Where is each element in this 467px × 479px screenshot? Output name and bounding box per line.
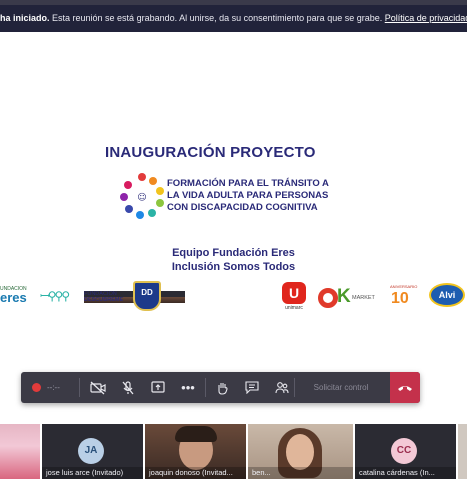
request-control-button[interactable]: Solicitar control	[297, 372, 385, 403]
participant-tile[interactable]: joaquin donoso (Invitad...	[145, 424, 246, 479]
subtitle-line: FORMACIÓN PARA EL TRÁNSITO A	[167, 178, 329, 189]
unimarc-logo: U	[282, 282, 306, 304]
participant-name: catalina cárdenas (In...	[355, 467, 456, 479]
aniversario-10-logo: ANIVERSARIO 10	[390, 284, 418, 307]
team-line: Inclusión Somos Todos	[171, 261, 296, 273]
meeting-toolbar: --:-- ••• Solicitar control	[21, 372, 420, 403]
svg-text:☺: ☺	[137, 192, 146, 203]
participant-name: joaquin donoso (Invitad...	[145, 467, 246, 479]
more-icon[interactable]: •••	[173, 372, 203, 403]
raise-hand-icon[interactable]	[207, 372, 237, 403]
fundacion-eres-logo: UNDACION eres	[0, 286, 27, 305]
privacy-policy-link[interactable]: Política de privacidad	[385, 13, 467, 23]
colorful-wheel-logo: ☺	[120, 173, 164, 219]
participant-tile[interactable]: ben...	[248, 424, 353, 479]
hang-up-icon	[398, 385, 412, 391]
alvi-logo: Alvi	[429, 283, 465, 307]
slide-subtitle: FORMACIÓN PARA EL TRÁNSITO A LA VIDA ADU…	[167, 178, 329, 214]
chat-icon[interactable]	[237, 372, 267, 403]
teams-meeting-window: ha iniciado. Esta reunión se está graban…	[0, 0, 467, 479]
participant-tile[interactable]	[0, 424, 40, 479]
ok-market-logo: K MARKET	[318, 286, 378, 308]
participant-tile[interactable]: CC catalina cárdenas (In...	[355, 424, 456, 479]
participant-tile[interactable]	[458, 424, 467, 479]
school-shield-logo: DD	[133, 281, 161, 311]
toolbar-divider	[294, 378, 295, 397]
shared-slide: INAUGURACIÓN PROYECTO ☺ FORMACIÓN PARA E…	[0, 32, 467, 372]
share-icon[interactable]	[143, 372, 173, 403]
subtitle-line: CON DISCAPACIDAD COGNITIVA	[167, 202, 318, 213]
camera-off-icon[interactable]	[83, 372, 113, 403]
team-line: Equipo Fundación Eres	[172, 247, 295, 259]
unimarc-text: unimarc	[285, 305, 303, 311]
banner-text: Esta reunión se está grabando. Al unirse…	[49, 13, 385, 23]
participant-video	[286, 434, 314, 470]
participants-icon[interactable]	[267, 372, 297, 403]
participant-tile[interactable]: JA jose luis arce (Invitado)	[42, 424, 143, 479]
participant-name: ben...	[248, 467, 353, 479]
fundacion-descubreme-logo: ꟷ⚲⚲⚲ FUNDACION DESCUBREME	[40, 284, 185, 308]
team-text: Equipo Fundación Eres Inclusión Somos To…	[0, 246, 467, 274]
participant-name: jose luis arce (Invitado)	[42, 467, 143, 479]
slide-title: INAUGURACIÓN PROYECTO	[105, 144, 316, 161]
subtitle-line: LA VIDA ADULTA PARA PERSONAS	[167, 190, 329, 201]
hang-up-button[interactable]	[390, 372, 420, 403]
toolbar-divider	[79, 378, 80, 397]
mic-off-icon[interactable]	[113, 372, 143, 403]
banner-bold-text: ha iniciado.	[0, 13, 50, 23]
recording-banner: ha iniciado. Esta reunión se está graban…	[0, 5, 467, 32]
toolbar-divider	[205, 378, 206, 397]
participant-hair	[175, 426, 217, 442]
avatar: JA	[78, 438, 104, 464]
avatar: CC	[391, 438, 417, 464]
meeting-timer: --:--	[47, 383, 60, 392]
participants-strip: JA jose luis arce (Invitado) joaquin don…	[0, 424, 467, 479]
